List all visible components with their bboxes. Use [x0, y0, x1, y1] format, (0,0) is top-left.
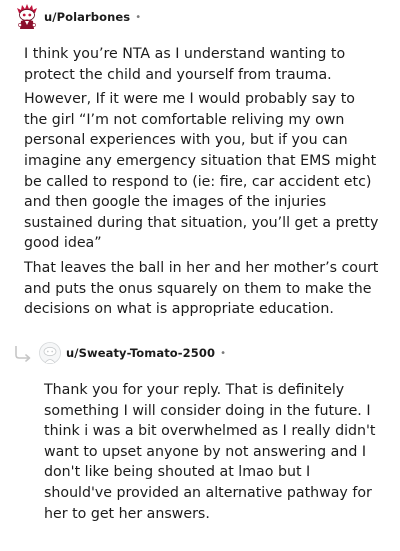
comment-body: Thank you for your reply. That is defini… [44, 380, 380, 524]
comment-header: u/Sweaty-Tomato-2500 • [39, 341, 226, 365]
separator-dot: • [135, 11, 142, 23]
comment-paragraph: I think you’re NTA as I understand wanti… [24, 46, 346, 83]
separator-dot: • [220, 347, 226, 359]
reply-hook-icon [14, 345, 34, 362]
comment-author[interactable]: u/Sweaty-Tomato-2500 [66, 346, 215, 360]
comment-paragraph: That leaves the ball in her and her moth… [24, 259, 379, 318]
comment-paragraph: Thank you for your reply. That is defini… [44, 382, 376, 522]
comment-paragraph: However, If it were me I would probably … [24, 91, 379, 252]
red-snoo-avatar-icon[interactable] [16, 4, 38, 30]
comment-header: u/Polarbones • [16, 4, 141, 30]
default-grey-avatar-icon[interactable] [39, 342, 61, 364]
comment-author[interactable]: u/Polarbones [44, 10, 130, 24]
comment-body: I think you’re NTA as I understand wanti… [24, 44, 380, 324]
